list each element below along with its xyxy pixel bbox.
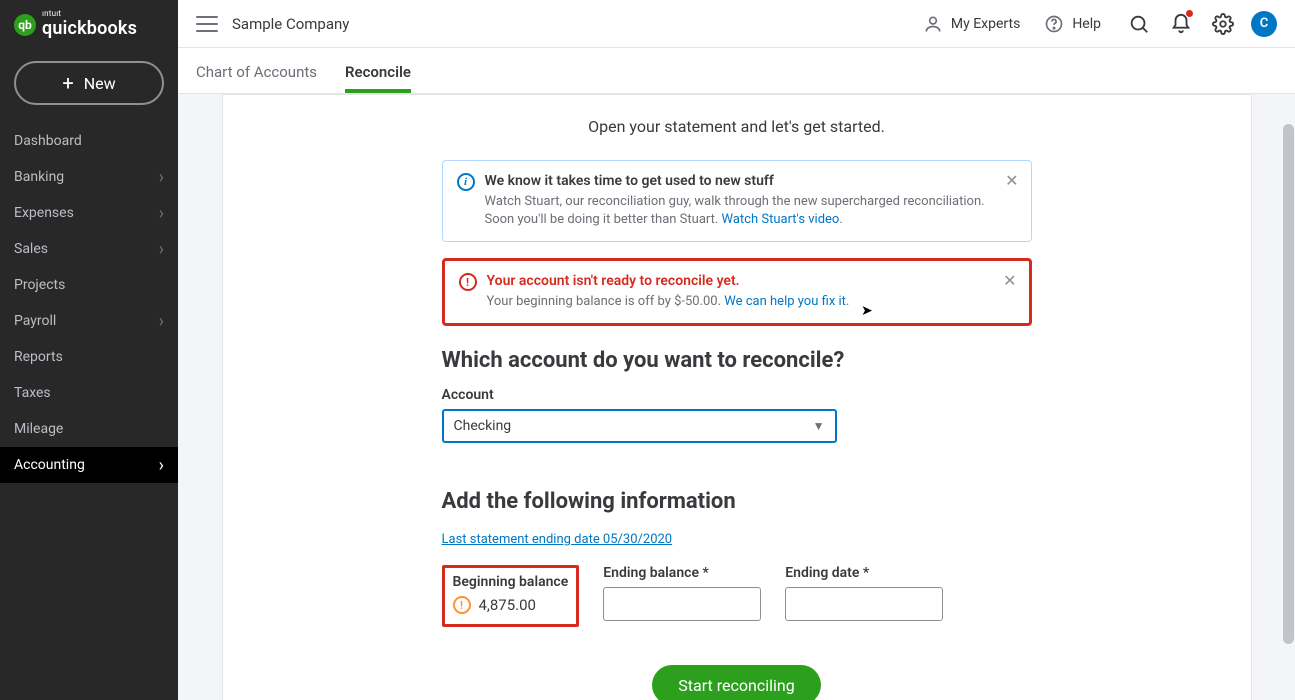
sidebar-item-sales[interactable]: Sales › <box>0 231 178 267</box>
sidebar-item-label: Reports <box>14 349 63 365</box>
person-icon <box>923 14 943 34</box>
logo-badge-icon: qb <box>14 14 36 36</box>
notification-dot-icon <box>1186 10 1193 17</box>
help-button[interactable]: Help <box>1044 14 1101 34</box>
settings-button[interactable] <box>1209 10 1237 38</box>
gear-icon <box>1212 13 1234 35</box>
sidebar-item-label: Mileage <box>14 421 63 437</box>
ending-balance-label: Ending balance * <box>603 565 761 581</box>
account-select[interactable]: Checking ▼ <box>442 409 837 443</box>
help-label: Help <box>1072 16 1101 32</box>
main: Sample Company My Experts Help C Chart o… <box>178 0 1295 700</box>
sidebar-item-accounting[interactable]: Accounting › <box>0 447 178 483</box>
sidebar-item-taxes[interactable]: Taxes <box>0 375 178 411</box>
info-alert-title: We know it takes time to get used to new… <box>485 173 995 189</box>
company-name: Sample Company <box>232 15 349 33</box>
my-experts-button[interactable]: My Experts <box>923 14 1020 34</box>
sidebar-item-label: Taxes <box>14 385 51 401</box>
sidebar-nav: Dashboard Banking › Expenses › Sales › Projects… <box>0 123 178 483</box>
question-heading: Which account do you want to reconcile? <box>442 348 1032 373</box>
sidebar-item-label: Accounting <box>14 457 85 473</box>
account-label: Account <box>442 387 1032 403</box>
search-button[interactable] <box>1125 10 1153 38</box>
sidebar-item-banking[interactable]: Banking › <box>0 159 178 195</box>
chevron-right-icon: › <box>159 167 164 188</box>
info-alert: i ✕ We know it takes time to get used to… <box>442 160 1032 242</box>
tab-reconcile[interactable]: Reconcile <box>345 63 411 93</box>
new-button-label: New <box>84 74 116 93</box>
sidebar: qb ıntuıt quickbooks + New Dashboard Bank… <box>0 0 178 700</box>
error-alert-title: Your account isn't ready to reconcile ye… <box>487 273 993 289</box>
hamburger-icon[interactable] <box>196 16 218 32</box>
chevron-right-icon: › <box>159 455 164 476</box>
sidebar-item-label: Payroll <box>14 313 56 329</box>
sidebar-item-projects[interactable]: Projects <box>0 267 178 303</box>
reconcile-card: Open your statement and let's get starte… <box>222 94 1252 700</box>
topbar: Sample Company My Experts Help C <box>178 0 1295 48</box>
chevron-right-icon: › <box>159 311 164 332</box>
last-statement-link[interactable]: Last statement ending date 05/30/2020 <box>442 532 673 547</box>
start-reconciling-button[interactable]: Start reconciling <box>652 665 820 700</box>
sidebar-item-reports[interactable]: Reports <box>0 339 178 375</box>
close-icon[interactable]: ✕ <box>1005 171 1018 190</box>
ending-balance-input[interactable] <box>603 587 761 621</box>
sidebar-item-label: Sales <box>14 241 48 257</box>
scrollbar[interactable] <box>1282 94 1295 700</box>
sidebar-item-expenses[interactable]: Expenses › <box>0 195 178 231</box>
sidebar-item-label: Expenses <box>14 205 74 221</box>
sidebar-item-dashboard[interactable]: Dashboard <box>0 123 178 159</box>
chevron-right-icon: › <box>159 239 164 260</box>
beginning-balance-label: Beginning balance <box>453 574 569 590</box>
chevron-down-icon: ▼ <box>813 419 825 433</box>
sidebar-item-label: Dashboard <box>14 133 82 149</box>
close-icon[interactable]: ✕ <box>1003 271 1016 290</box>
fix-it-link[interactable]: We can help you fix it <box>724 294 846 309</box>
lead-text: Open your statement and let's get starte… <box>442 95 1032 160</box>
watch-video-link[interactable]: Watch Stuart's video <box>722 212 840 227</box>
content-area: Open your statement and let's get starte… <box>178 94 1295 700</box>
info-icon: i <box>457 173 475 191</box>
info-alert-body: Watch Stuart, our reconciliation guy, wa… <box>485 193 995 229</box>
error-icon: ! <box>459 273 477 291</box>
ending-date-input[interactable] <box>785 587 943 621</box>
help-icon <box>1044 14 1064 34</box>
account-select-value: Checking <box>454 418 512 434</box>
logo-intuit-text: ıntuıt <box>42 10 137 18</box>
ending-date-group: Ending date * <box>785 565 943 627</box>
ending-balance-group: Ending balance * <box>603 565 761 627</box>
sidebar-item-payroll[interactable]: Payroll › <box>0 303 178 339</box>
notifications-button[interactable] <box>1167 10 1195 38</box>
error-alert: ! ✕ Your account isn't ready to reconcil… <box>442 258 1032 326</box>
sidebar-item-label: Projects <box>14 277 65 293</box>
add-info-heading: Add the following information <box>442 489 1032 514</box>
tab-chart-of-accounts[interactable]: Chart of Accounts <box>196 63 317 93</box>
beginning-balance-value: 4,875.00 <box>479 596 537 614</box>
beginning-balance-group: Beginning balance ! 4,875.00 <box>442 565 580 627</box>
logo: qb ıntuıt quickbooks <box>0 10 178 53</box>
warning-icon: ! <box>453 596 471 614</box>
my-experts-label: My Experts <box>951 16 1020 32</box>
subtabs: Chart of Accounts Reconcile <box>178 48 1295 94</box>
error-alert-body: Your beginning balance is off by $-50.00… <box>487 293 993 311</box>
new-button[interactable]: + New <box>14 61 164 105</box>
avatar[interactable]: C <box>1251 11 1277 37</box>
ending-date-label: Ending date * <box>785 565 943 581</box>
search-icon <box>1128 13 1150 35</box>
sidebar-item-label: Banking <box>14 169 64 185</box>
chevron-right-icon: › <box>159 203 164 224</box>
sidebar-item-mileage[interactable]: Mileage <box>0 411 178 447</box>
plus-icon: + <box>62 73 73 93</box>
scrollbar-thumb[interactable] <box>1283 124 1294 644</box>
logo-product-text: quickbooks <box>42 18 137 39</box>
